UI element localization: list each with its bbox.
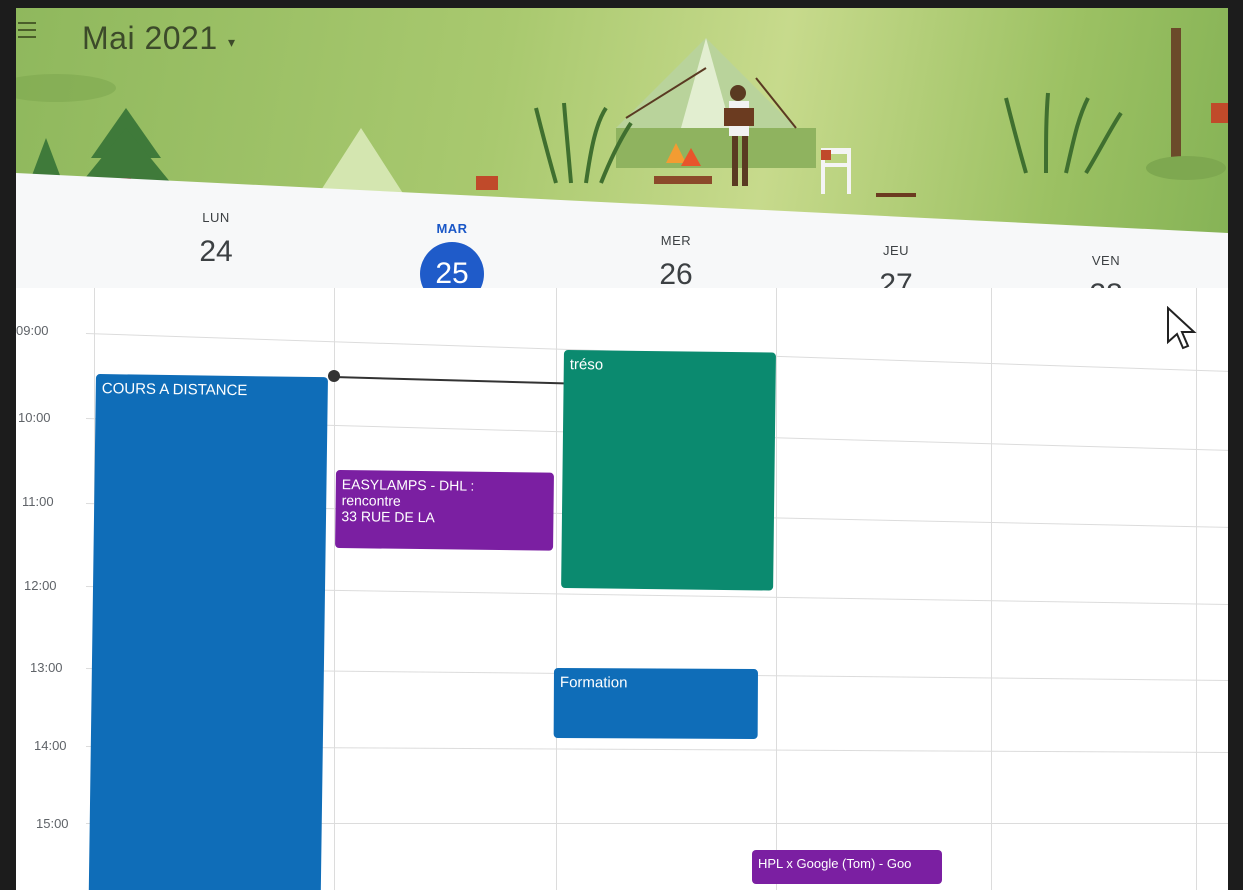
event-cours-a-distance[interactable]: COURS A DISTANCE xyxy=(88,374,328,890)
day-column-header-mer[interactable]: MER 26 xyxy=(596,233,756,292)
time-label: 13:00 xyxy=(30,660,63,675)
chevron-down-icon[interactable]: ▾ xyxy=(228,34,235,51)
event-easylamps-dhl[interactable]: EASYLAMPS - DHL : rencontre 33 RUE DE LA xyxy=(335,470,554,551)
time-grid[interactable]: 09:00 10:00 11:00 12:00 13:00 14:00 15:0… xyxy=(16,288,1228,890)
day-of-week: MAR xyxy=(436,221,468,236)
day-column-header-lun[interactable]: LUN 24 xyxy=(136,210,296,269)
time-label: 14:00 xyxy=(34,738,67,753)
time-label: 11:00 xyxy=(22,494,54,509)
event-location: 33 RUE DE LA xyxy=(341,508,435,526)
month-title[interactable]: Mai 2021 xyxy=(82,20,218,57)
column-divider xyxy=(776,288,777,890)
calendar-screen: Mai 2021 ▾ LUN 24 MAR 25 MER 26 JEU 27 V… xyxy=(16,8,1228,890)
time-label: 10:00 xyxy=(18,410,51,425)
column-divider xyxy=(1196,288,1197,890)
day-of-week: MER xyxy=(660,233,692,248)
time-label: 09:00 xyxy=(16,323,49,338)
event-title: Formation xyxy=(559,674,628,692)
event-title: tréso xyxy=(569,356,604,374)
event-title: COURS A DISTANCE xyxy=(101,380,248,400)
mouse-cursor-icon xyxy=(1167,306,1197,350)
event-formation[interactable]: Formation xyxy=(553,668,758,740)
day-of-week: LUN xyxy=(202,210,230,225)
event-hpl-google[interactable]: HPL x Google (Tom) - Goo xyxy=(752,850,942,884)
day-of-week: JEU xyxy=(882,243,910,258)
day-number[interactable]: 26 xyxy=(596,258,756,292)
menu-icon[interactable] xyxy=(18,22,36,38)
column-divider xyxy=(991,288,992,890)
time-label: 15:00 xyxy=(36,816,69,831)
day-number[interactable]: 24 xyxy=(136,235,296,269)
event-title: HPL x Google (Tom) - Goo xyxy=(758,856,912,871)
time-label: 12:00 xyxy=(24,578,57,593)
event-treso[interactable]: tréso xyxy=(561,350,776,591)
current-time-line xyxy=(333,376,564,385)
day-of-week: VEN xyxy=(1091,253,1121,268)
column-divider xyxy=(556,288,557,890)
